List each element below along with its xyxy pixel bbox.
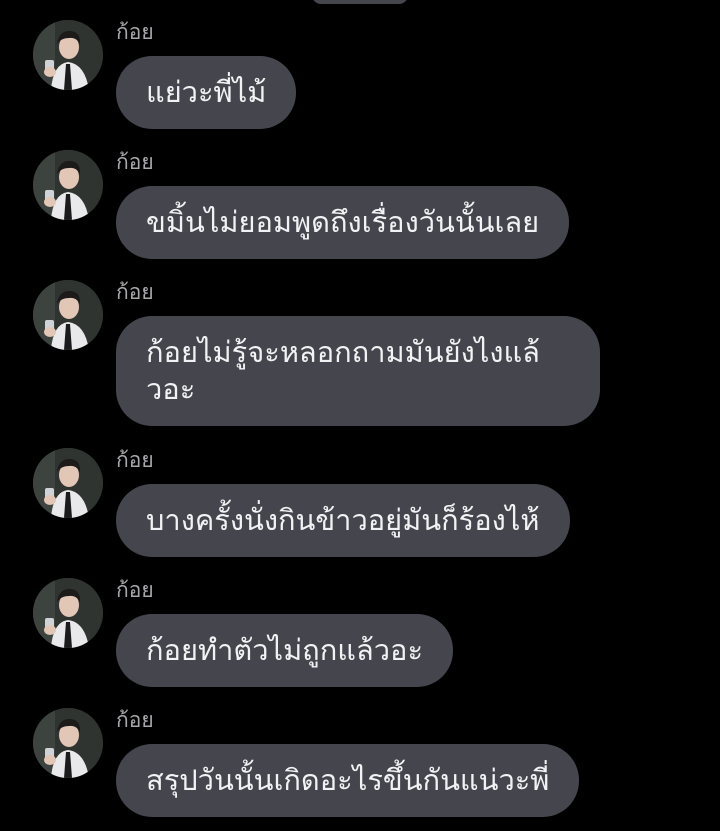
sender-avatar[interactable] bbox=[33, 708, 103, 778]
sender-name: ก้อย bbox=[116, 448, 154, 472]
sender-avatar[interactable] bbox=[33, 280, 103, 350]
chat-thread: ก้อย แย่วะพี่ไม้ ก้อย ขมิ้นไม่ยอมพูดถึงเ… bbox=[0, 0, 720, 831]
message-bubble[interactable]: ขมิ้นไม่ยอมพูดถึงเรื่องวันนั้นเลย bbox=[116, 186, 570, 259]
sender-avatar[interactable] bbox=[33, 448, 103, 518]
profile-photo-icon bbox=[33, 448, 103, 518]
profile-photo-icon bbox=[33, 708, 103, 778]
profile-photo-icon bbox=[33, 150, 103, 220]
profile-photo-icon bbox=[33, 280, 103, 350]
sender-avatar[interactable] bbox=[33, 578, 103, 648]
sender-name: ก้อย bbox=[116, 708, 154, 732]
sender-name: ก้อย bbox=[116, 578, 154, 602]
message-bubble[interactable]: สรุปวันนั้นเกิดอะไรขึ้นกันแน่วะพี่ bbox=[116, 744, 580, 817]
message-bubble[interactable]: ก้อยไม่รู้จะหลอกถามมันยังไงแล้วอะ bbox=[116, 316, 600, 426]
message-bubble[interactable]: บางครั้งนั่งกินข้าวอยู่มันก็ร้องไห้ bbox=[116, 484, 570, 557]
sender-name: ก้อย bbox=[116, 20, 154, 44]
message-bubble[interactable]: แย่วะพี่ไม้ bbox=[116, 56, 297, 129]
sender-name: ก้อย bbox=[116, 150, 154, 174]
profile-photo-icon bbox=[33, 20, 103, 90]
sender-avatar[interactable] bbox=[33, 20, 103, 90]
sender-avatar[interactable] bbox=[33, 150, 103, 220]
sender-name: ก้อย bbox=[116, 280, 154, 304]
message-bubble[interactable]: ก้อยทำตัวไม่ถูกแล้วอะ bbox=[116, 614, 454, 687]
profile-photo-icon bbox=[33, 578, 103, 648]
